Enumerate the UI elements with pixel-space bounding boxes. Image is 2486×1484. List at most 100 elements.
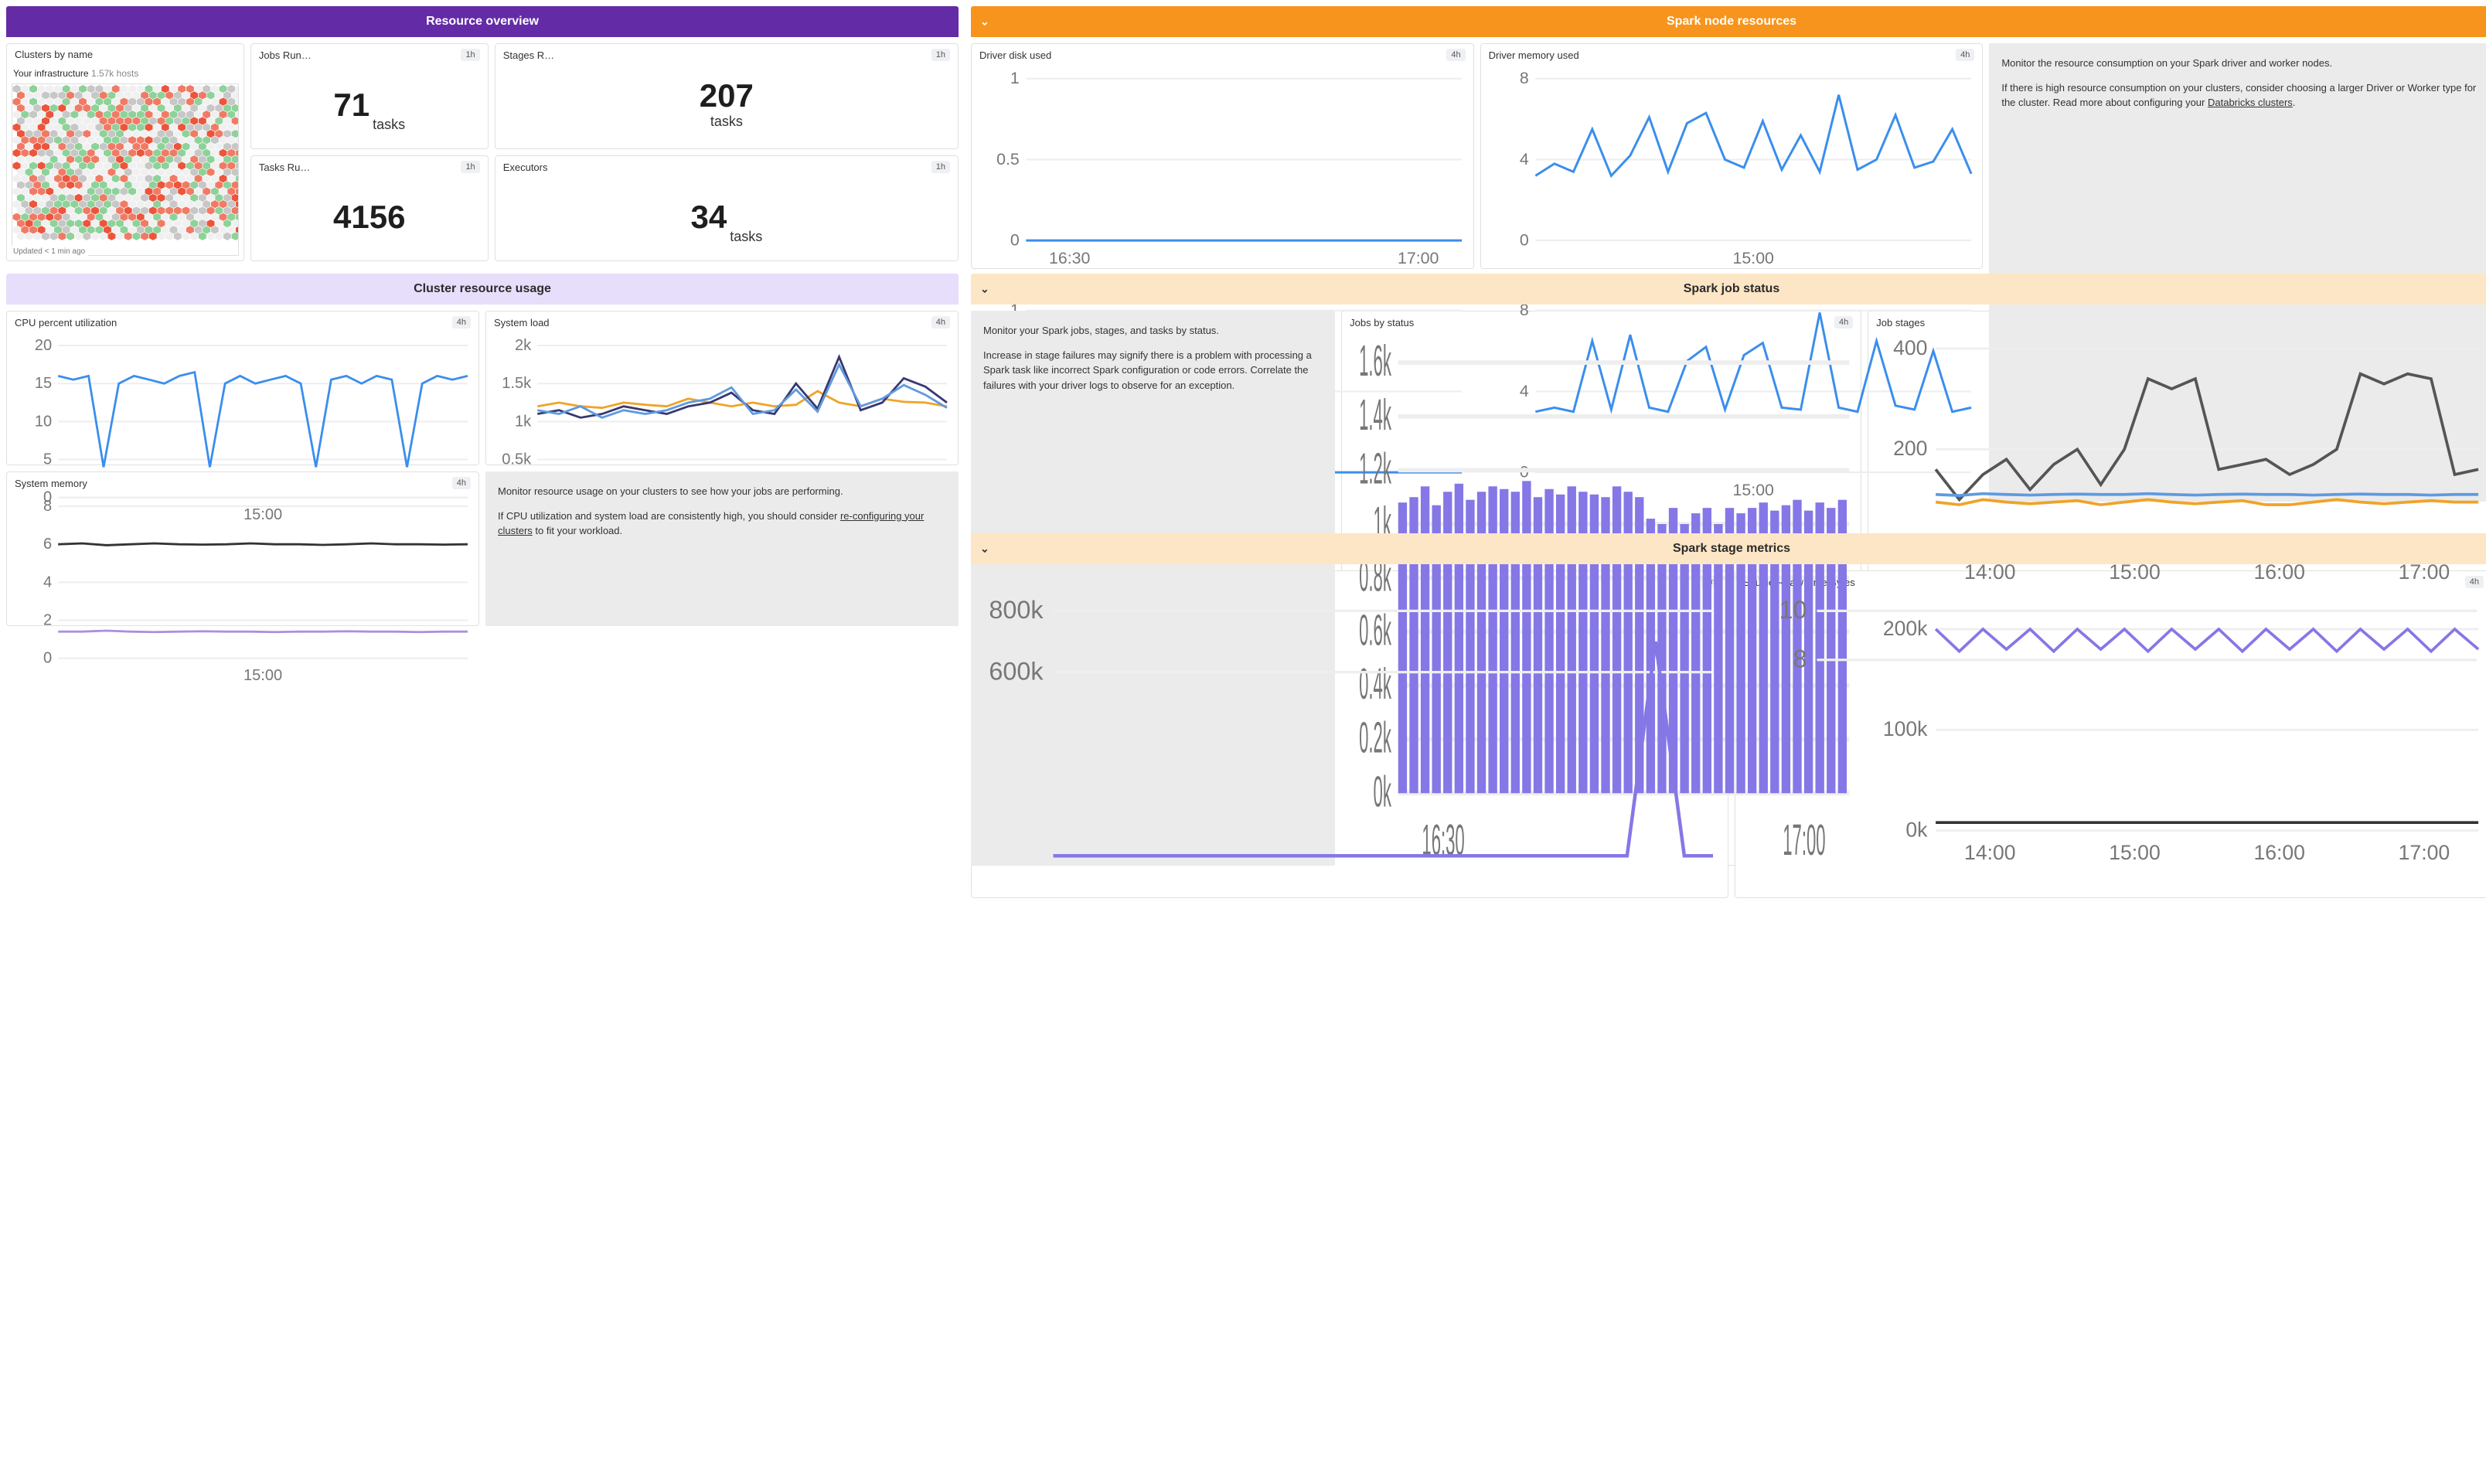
panel-title: Driver memory used [1489,49,1579,61]
timeframe-badge[interactable]: 4h [1446,49,1465,61]
svg-text:1.2k: 1.2k [1359,444,1391,493]
svg-text:1.4k: 1.4k [1359,391,1391,440]
svg-text:15:00: 15:00 [243,667,282,683]
svg-text:15:00: 15:00 [1732,249,1774,267]
svg-text:200: 200 [1893,437,1927,460]
timeframe-badge[interactable]: 1h [931,49,950,61]
chevron-down-icon[interactable]: ⌄ [980,15,989,29]
svg-text:10: 10 [1779,596,1807,624]
chart[interactable]: 0 0.5 1 16:30 17:00 [972,66,1473,268]
hostmap-count: 1.57k hosts [91,68,138,79]
svg-text:10: 10 [35,413,52,430]
svg-text:1k: 1k [515,413,532,430]
chart[interactable]: 0 2 4 6 8 15:00 [7,494,478,685]
svg-text:0: 0 [1010,231,1020,250]
panel-title: Driver disk used [979,49,1051,61]
panel-title: Jobs Run… [259,49,312,61]
svg-text:400: 400 [1893,336,1927,359]
svg-text:17:00: 17:00 [1398,249,1439,267]
info-text: If there is high resource consumption on… [2001,80,2480,111]
panel-driver-disk[interactable]: Driver disk used 4h 0 0.5 1 16:30 17:00 [971,43,1474,269]
svg-text:800k: 800k [989,596,1044,624]
section-title: Resource overview [426,15,539,29]
svg-text:8: 8 [43,498,52,515]
panel-jobs-running[interactable]: Jobs Run… 1h 71 tasks [250,43,489,149]
panel-title: Stages R… [503,49,554,61]
hostmap-hexgrid[interactable] [12,83,239,256]
panel-executors[interactable]: Executors 1h 34 tasks [495,155,959,261]
svg-text:5: 5 [43,451,52,468]
svg-text:0.5k: 0.5k [502,451,532,468]
section-title: Spark node resources [1667,15,1796,29]
panel-tasks-running[interactable]: Tasks Ru… 1h 4156 [250,155,489,261]
timeframe-badge[interactable]: 1h [461,49,479,61]
svg-text:8: 8 [1520,69,1529,87]
svg-text:4: 4 [43,574,52,591]
chevron-down-icon[interactable]: ⌄ [980,283,989,296]
section-header[interactable]: ⌄ Spark node resources [971,6,2486,37]
panel-title: Tasks Ru… [259,162,310,173]
panel-shuffle-bytes[interactable]: Shuffle Read/Write Bytes4h 810 [1735,570,2486,898]
panel-title: System load [494,317,550,328]
svg-text:4: 4 [1520,150,1529,168]
section-title: Spark job status [1684,282,1779,296]
section-title: Spark stage metrics [1673,542,1790,556]
metric-unit: tasks [730,229,762,248]
panel-driver-mem[interactable]: Driver memory used 4h 0 4 8 15:00 [1480,43,1984,269]
section-header[interactable]: ⌄ Spark job status [971,274,2486,305]
timeframe-badge[interactable]: 4h [1956,49,1974,61]
panel-load[interactable]: System load4h 0k0.5k1k1.5k2k15:00 [485,311,959,465]
metric-value: 207 [700,80,754,112]
timeframe-badge[interactable]: 1h [461,161,479,173]
timeframe-badge[interactable]: 4h [452,316,471,328]
svg-text:8: 8 [1793,645,1807,672]
info-text: Increase in stage failures may signify t… [983,348,1323,393]
timeframe-badge[interactable]: 1h [931,161,950,173]
panel-mem[interactable]: System memory4h 0246815:00 [6,471,479,626]
info-text: Monitor your Spark jobs, stages, and tas… [983,323,1323,339]
section-spark-node-resources: ⌄ Spark node resources Driver disk used 4… [971,6,2486,261]
svg-text:2k: 2k [515,337,532,354]
svg-text:0.5: 0.5 [996,150,1020,168]
dashboard-grid: Resource overview Jobs Run… 1h 71 tasks … [6,6,2480,626]
svg-text:600k: 600k [989,657,1044,685]
panel-stages-running[interactable]: Stages R… 1h 207 tasks [495,43,959,149]
panel-cpu[interactable]: CPU percent utilization4h 0510152015:00 [6,311,479,465]
svg-text:2: 2 [43,612,52,629]
info-box: Monitor resource usage on your clusters … [485,471,959,626]
section-resource-overview: Resource overview Jobs Run… 1h 71 tasks … [6,6,959,261]
svg-text:0: 0 [43,650,52,667]
info-text: Monitor the resource consumption on your… [2001,56,2480,71]
panel-clusters-hostmap[interactable]: Clusters by name Your infrastructure 1.5… [6,43,244,261]
panel-title: CPU percent utilization [15,317,117,328]
section-header[interactable]: ⌄ Spark stage metrics [971,533,2486,564]
svg-text:0: 0 [1520,231,1529,250]
svg-text:1.6k: 1.6k [1359,337,1391,386]
svg-text:6: 6 [43,536,52,553]
section-header[interactable]: Cluster resource usage [6,274,959,305]
metric-unit: tasks [373,117,405,136]
metric-value: 4156 [333,201,405,233]
timeframe-badge[interactable]: 4h [931,316,950,328]
hostmap-timestamp: Updated < 1 min ago [10,246,88,257]
chart[interactable]: 8 10 [1735,593,2486,897]
info-text: Monitor resource usage on your clusters … [498,484,946,499]
section-cluster-resource-usage: Cluster resource usage CPU percent utili… [6,274,959,626]
panel-title: Clusters by name [15,49,93,60]
svg-text:15: 15 [35,375,52,392]
link-databricks-clusters[interactable]: Databricks clusters [2208,97,2293,108]
svg-text:1: 1 [1010,69,1020,87]
svg-text:1.5k: 1.5k [502,375,532,392]
metric-value: 71 [333,89,369,121]
section-header[interactable]: Resource overview [6,6,959,37]
chevron-down-icon[interactable]: ⌄ [980,543,989,556]
svg-text:16:30: 16:30 [1049,249,1091,267]
info-text: If CPU utilization and system load are c… [498,509,946,539]
chart[interactable]: 600k 800k [972,593,1728,897]
hostmap-caption: Your infrastructure [13,68,89,79]
svg-text:20: 20 [35,337,52,354]
chart[interactable]: 0 4 8 15:00 [1481,66,1983,268]
panel-shuffle-records[interactable]: Shuffle Read/Write Records4h 600k800k [971,570,1728,898]
panel-title: Executors [503,162,548,173]
section-title: Cluster resource usage [414,282,551,296]
